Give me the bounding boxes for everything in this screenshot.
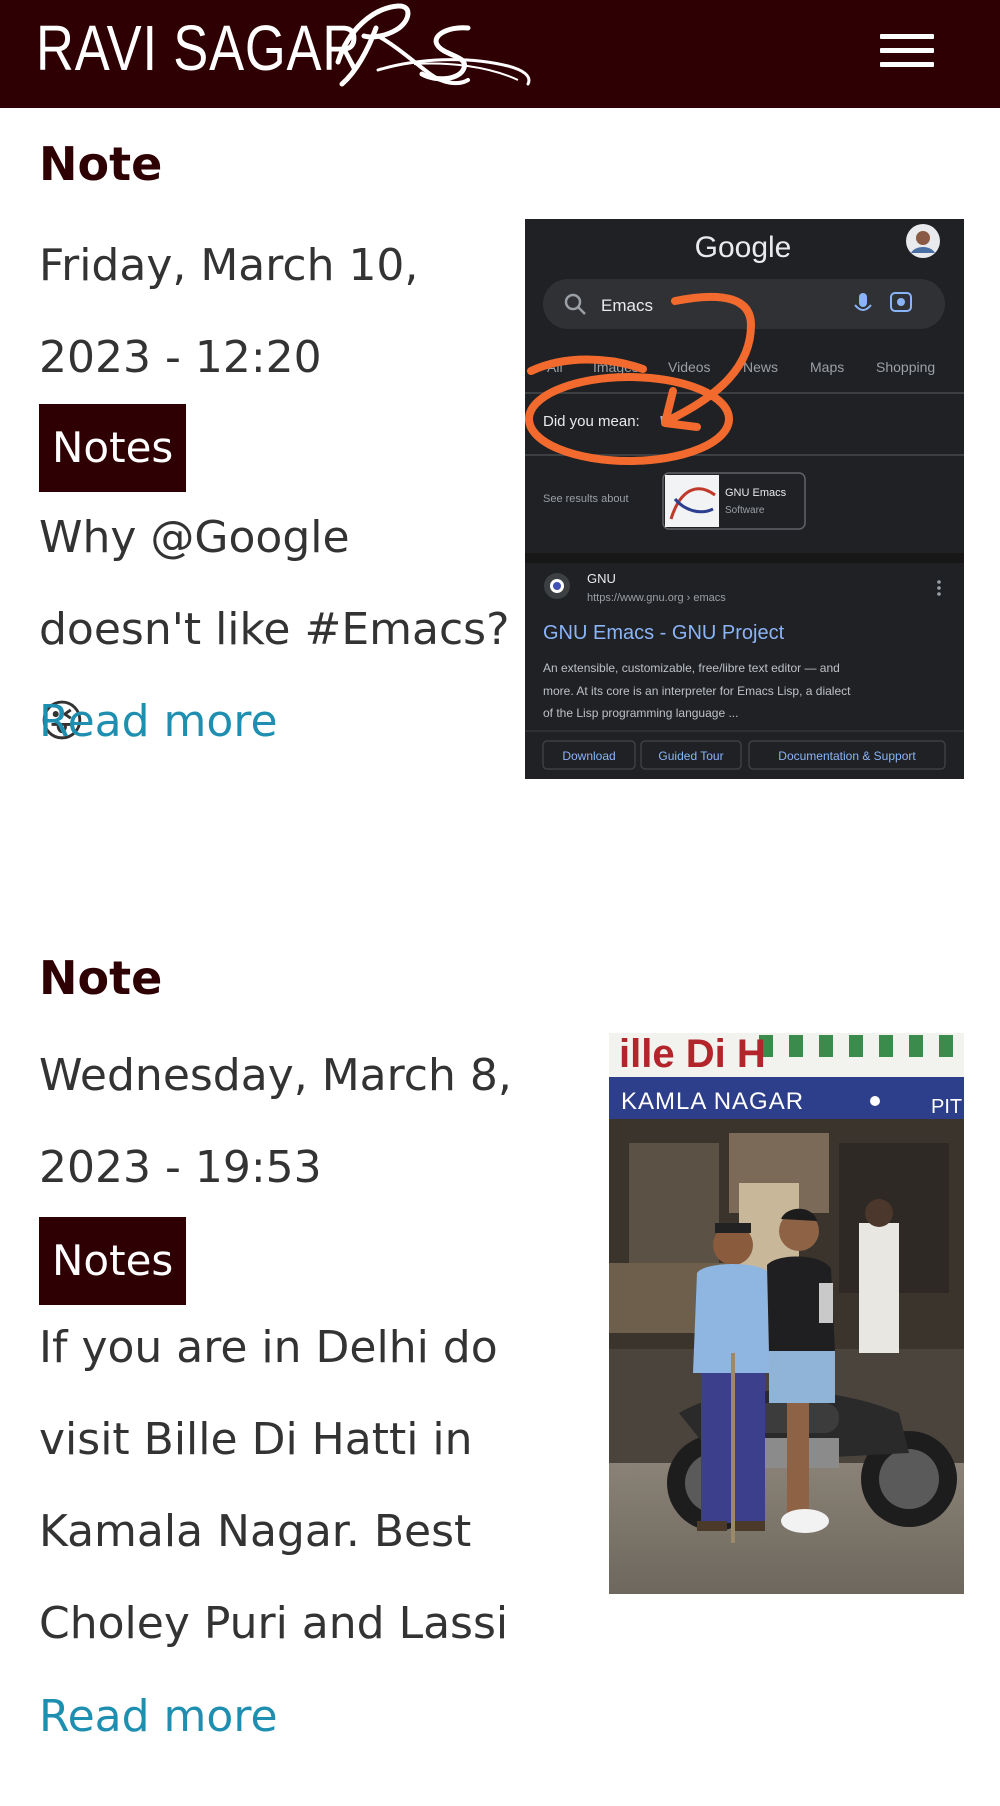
note-date: Friday, March 10, 2023 - 12:20 — [39, 240, 419, 383]
menu-bar — [880, 48, 934, 53]
hamburger-menu-icon[interactable] — [872, 26, 942, 76]
result-url: https://www.gnu.org › emacs — [587, 592, 726, 604]
note-date: Wednesday, March 8, 2023 - 19:53 — [39, 1050, 512, 1193]
search-tab: Videos — [668, 359, 711, 375]
result-snippet-line: more. At its core is an interpreter for … — [543, 684, 851, 698]
tag-notes-link[interactable]: Notes — [39, 1217, 187, 1305]
see-results-about: See results about — [543, 493, 629, 505]
rs-monogram-logo — [335, 3, 531, 87]
sitelink: Download — [562, 749, 615, 763]
site-name: RAVI SAGAR — [36, 12, 362, 84]
shop-photo-graphic: ille Di H KAMLA NAGAR PIT — [609, 1033, 964, 1594]
note-image-shop-photo[interactable]: ille Di H KAMLA NAGAR PIT — [609, 1033, 964, 1594]
knowledge-panel-title: GNU Emacs — [725, 487, 787, 499]
menu-bar — [880, 62, 934, 67]
shop-sign-fragment: ille Di H — [619, 1033, 766, 1076]
tag-notes-link[interactable]: Notes — [39, 404, 187, 492]
result-snippet-line: of the Lisp programming language ... — [543, 706, 738, 720]
result-source: GNU — [587, 571, 616, 586]
google-screenshot-graphic: Google Emacs All Images Videos News Maps… — [525, 219, 964, 779]
note-body: If you are in Delhi do visit Bille Di Ha… — [39, 1322, 509, 1649]
note-title[interactable]: Note — [39, 950, 964, 1006]
result-title: GNU Emacs - GNU Project — [543, 622, 785, 644]
search-tab: News — [743, 359, 778, 375]
did-you-mean-label: Did you mean: — [543, 413, 640, 430]
search-tab: Shopping — [876, 359, 935, 375]
note-image-google-screenshot[interactable]: Google Emacs All Images Videos News Maps… — [525, 219, 964, 779]
knowledge-panel-subtitle: Software — [725, 505, 765, 516]
note-title[interactable]: Note — [39, 136, 964, 192]
read-more-link[interactable]: Read more — [39, 676, 278, 768]
sitelink: Documentation & Support — [778, 749, 916, 763]
site-header: RAVI SAGAR — [0, 0, 1000, 108]
result-snippet-line: An extensible, customizable, free/libre … — [543, 661, 840, 675]
read-more-link[interactable]: Read more — [39, 1671, 278, 1763]
search-query-text: Emacs — [601, 296, 653, 315]
sitelink: Guided Tour — [658, 749, 723, 763]
note-article: Note Wednesday, March 8, 2023 - 19:53 No… — [39, 950, 964, 1800]
note-article: Note Friday, March 10, 2023 - 12:20 Note… — [39, 136, 964, 836]
menu-bar — [880, 34, 934, 39]
shop-sign-text: KAMLA NAGAR — [621, 1088, 804, 1115]
search-tab: Maps — [810, 359, 844, 375]
shop-sign-partial: PIT — [931, 1096, 962, 1118]
google-logo-text: Google — [695, 231, 792, 264]
